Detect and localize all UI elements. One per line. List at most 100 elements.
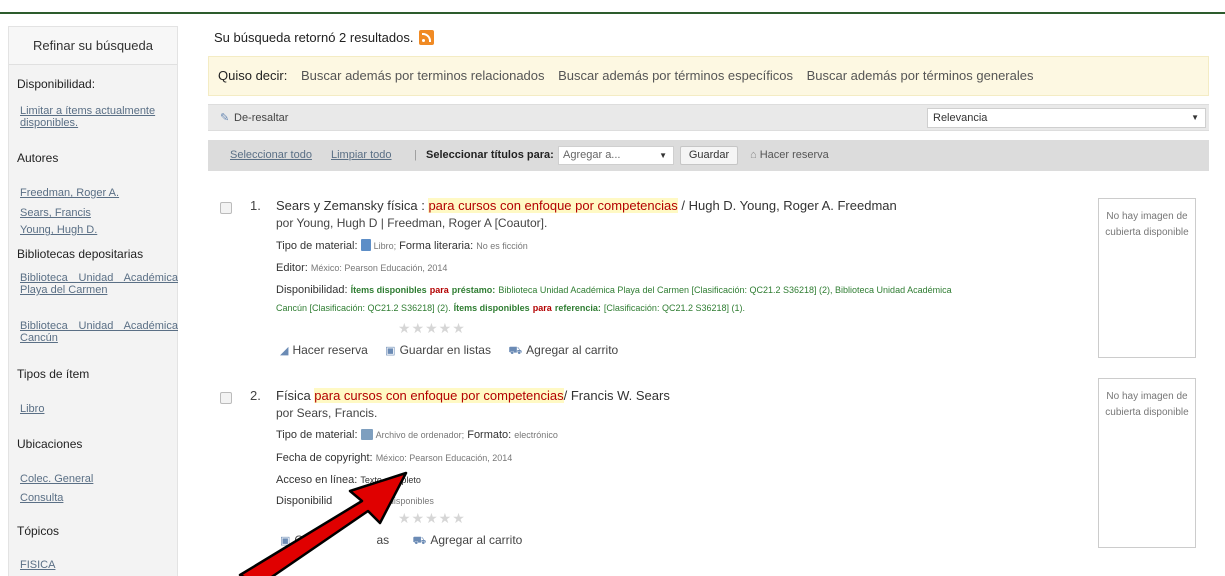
toolbar-separator: | (414, 149, 417, 161)
cart-action-label: Agregar al carrito (430, 533, 523, 547)
result-actions: ◢ Hacer reserva ▣ Guardar en listas ⛟ Agreg… (280, 343, 632, 359)
result-material-type: Tipo de material: Archivo de ordenador; … (276, 429, 558, 441)
title-part: Física (276, 388, 315, 403)
results-summary: Su búsqueda retornó 2 resultados. (214, 30, 435, 45)
title-part: / Hugh D. Young, Roger A. Freedman (677, 198, 897, 213)
material-value: Libro; (373, 241, 397, 251)
availability-detail: Cancún [Clasificación: QC21.2 S36218] (2… (276, 303, 451, 313)
result-author: por Sears, Francis. (276, 406, 378, 420)
title-highlight: para cursos con enfoque por competencias (314, 388, 564, 403)
save-to-lists-action[interactable]: ▣ Guar (280, 533, 321, 547)
form-label: Forma literaria: (399, 240, 474, 252)
suggest-related-link[interactable]: Buscar además por terminos relacionados (301, 68, 545, 83)
hold-action-label: Hacer reserva (292, 343, 368, 357)
list-icon: ▣ (385, 345, 396, 357)
result-title-link[interactable]: Sears y Zemansky física : para cursos co… (276, 198, 897, 213)
result-online-access: Acceso en línea: Texto completo (276, 474, 421, 486)
lists-action-label-tail: as (376, 533, 390, 547)
result-availability: Disponibilid ems disponibles (276, 495, 434, 507)
facet-topic-fisica[interactable]: FISICA (20, 559, 178, 571)
suggest-specific-link[interactable]: Buscar además por términos específicos (558, 68, 793, 83)
ref-items-label: Ítems disponibles (453, 303, 530, 313)
lists-action-label: Guar (294, 533, 322, 547)
sort-select-value: Relevancia (933, 112, 988, 124)
copyright-value: México: Pearson Educación, 2014 (375, 453, 513, 463)
result-checkbox[interactable] (220, 202, 232, 214)
no-cover-image: No hay imagen de cubierta disponible (1098, 198, 1196, 358)
limit-available-link[interactable]: Limitar a ítems actualmente disponibles. (20, 105, 178, 129)
facet-author-young[interactable]: Young, Hugh D. (20, 224, 178, 236)
save-button[interactable]: Guardar (680, 146, 738, 165)
facets-sidebar: Refinar su búsqueda Disponibilidad: Limi… (8, 26, 178, 576)
hold-icon: ⌂ (750, 149, 757, 161)
computer-file-icon (360, 429, 373, 440)
add-to-cart-action[interactable]: ⛟ Agregar al carrito (508, 343, 618, 357)
result-title-link[interactable]: Física para cursos con enfoque por compe… (276, 388, 670, 403)
results-toolbar-actions: Seleccionar todo Limpiar todo | Seleccio… (208, 140, 1209, 171)
publisher-label: Editor: (276, 262, 308, 274)
cart-action-label: Agregar al carrito (526, 343, 619, 357)
place-hold-label: Hacer reserva (759, 149, 829, 161)
facet-locations-title: Ubicaciones (17, 437, 83, 451)
result-number: 1. (250, 198, 261, 213)
result-copyright: Fecha de copyright: México: Pearson Educ… (276, 452, 512, 464)
full-text-link[interactable]: Texto completo (360, 475, 421, 485)
material-value: Archivo de ordenador; (375, 430, 465, 440)
select-titles-label: Seleccionar títulos para: (426, 149, 554, 161)
facet-location-consulta[interactable]: Consulta (20, 492, 178, 504)
select-all-link[interactable]: Seleccionar todo (230, 140, 312, 171)
results-count-text: Su búsqueda retornó 2 resultados. (214, 30, 414, 45)
unhighlight-button[interactable]: ✎ De-resaltar (220, 105, 288, 131)
results-toolbar-top: ✎ De-resaltar Relevancia ▼ (208, 104, 1209, 131)
rating-stars[interactable]: ★★★★★ (398, 510, 466, 527)
title-highlight: para cursos con enfoque por competencias (428, 198, 678, 213)
chevron-down-icon: ▼ (659, 151, 667, 160)
facet-library-playa[interactable]: Biblioteca Unidad Académica Playa del Ca… (20, 272, 178, 296)
material-label: Tipo de material: (276, 240, 358, 252)
chevron-down-icon: ▼ (1191, 113, 1199, 122)
refine-title: Refinar su búsqueda (9, 27, 177, 65)
availability-label: Disponibilid (276, 495, 333, 507)
result-publisher: Editor: México: Pearson Educación, 2014 (276, 262, 447, 274)
facet-topics-title: Tópicos (17, 524, 60, 538)
items-available-label: Ítems disponibles (350, 285, 427, 295)
rss-icon[interactable] (419, 30, 435, 45)
rating-stars[interactable]: ★★★★★ (398, 320, 466, 337)
did-you-mean-bar: Quiso decir: Buscar además por terminos … (208, 56, 1209, 96)
result-material-type: Tipo de material: Libro; Forma literaria… (276, 239, 528, 252)
suggest-general-link[interactable]: Buscar además por términos generales (807, 68, 1034, 83)
facet-authors-title: Autores (17, 151, 59, 165)
place-hold-button[interactable]: ⌂ Hacer reserva (750, 140, 829, 171)
result-availability: Disponibilidad: Ítems disponibles para p… (276, 284, 952, 296)
facet-library-cancun[interactable]: Biblioteca Unidad Académica Cancún (20, 320, 178, 344)
result-checkbox[interactable] (220, 392, 232, 404)
sort-select[interactable]: Relevancia ▼ (927, 108, 1206, 128)
book-icon (360, 239, 371, 251)
format-value: electrónico (514, 430, 558, 440)
format-label: Formato: (467, 429, 512, 441)
publisher-value: México: Pearson Educación, 2014 (310, 263, 448, 273)
title-part: Sears y Zemansky física : (276, 198, 429, 213)
add-to-cart-action[interactable]: ⛟ Agregar al carrito (412, 533, 522, 547)
result-number: 2. (250, 388, 261, 403)
result-availability-cont: Cancún [Clasificación: QC21.2 S36218] (2… (276, 302, 745, 314)
header-divider (0, 12, 1225, 14)
facet-location-general[interactable]: Colec. General (20, 473, 178, 485)
availability-value: ems disponibles (369, 496, 434, 506)
avail-loan: préstamo: (451, 285, 496, 295)
facet-author-sears[interactable]: Sears, Francis (20, 207, 178, 219)
cart-icon: ⛟ (508, 345, 523, 357)
facet-author-freedman[interactable]: Freedman, Roger A. (20, 187, 178, 199)
title-part: / Francis W. Sears (563, 388, 670, 403)
pencil-icon: ✎ (220, 112, 230, 124)
add-to-select[interactable]: Agregar a... ▼ (558, 146, 674, 165)
result-actions: ▣ Guar as ⛟ Agregar al carrito (280, 533, 522, 549)
material-label: Tipo de material: (276, 429, 358, 441)
availability-detail: Biblioteca Unidad Académica Playa del Ca… (498, 285, 952, 295)
clear-all-link[interactable]: Limpiar todo (331, 140, 392, 171)
facet-libraries-title: Bibliotecas depositarias (17, 247, 144, 261)
did-you-mean-label: Quiso decir: (218, 68, 288, 83)
facet-itemtype-libro[interactable]: Libro (20, 403, 178, 415)
place-hold-action[interactable]: ◢ Hacer reserva (280, 343, 368, 357)
save-to-lists-action[interactable]: ▣ Guardar en listas (385, 343, 491, 357)
